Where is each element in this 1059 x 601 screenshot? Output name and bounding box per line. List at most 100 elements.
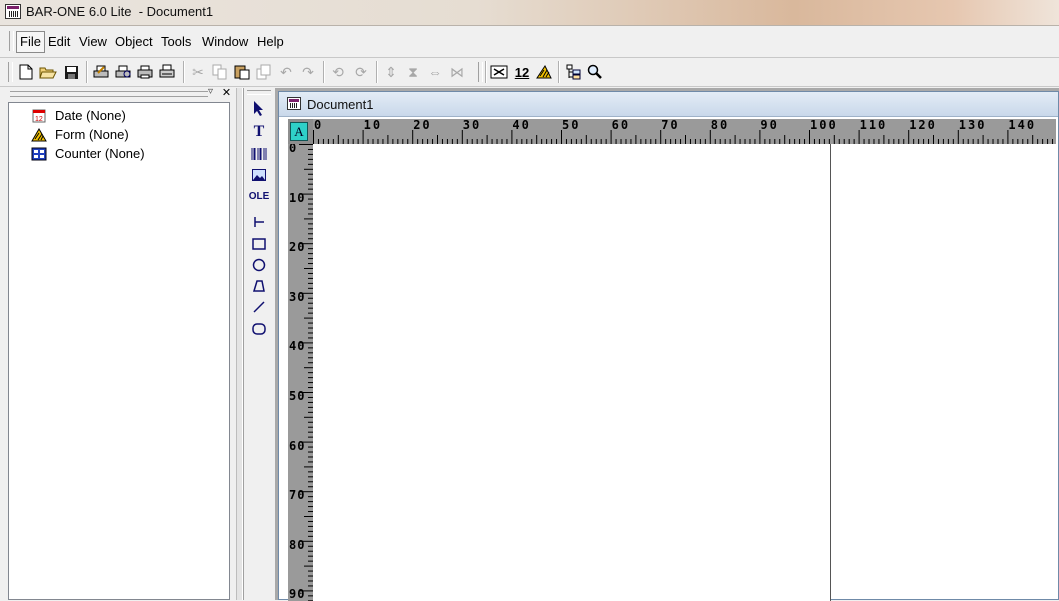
ruler-label: 30 [289,289,306,304]
ruler-label: 110 [859,119,888,132]
tree-item-label: Form (None) [55,127,129,142]
form-icon[interactable] [534,62,554,82]
center-vertical-icon[interactable]: ⧗ [403,62,423,82]
flip-vertical-icon[interactable]: ⇕ [381,62,401,82]
ruler-label: 70 [661,119,680,132]
ruler-label: 0 [314,119,324,132]
print-all-icon[interactable] [157,62,177,82]
paste-icon[interactable] [232,62,252,82]
ruler-label: 40 [289,339,306,354]
flip-horizontal-icon[interactable]: ⇔ [425,62,445,82]
save-icon[interactable] [61,62,81,82]
new-icon[interactable] [16,62,36,82]
document-icon[interactable] [287,97,301,110]
ruler-label: 90 [289,587,306,601]
redo-icon[interactable]: ↷ [298,62,318,82]
ole-tool-icon[interactable]: OLE [249,186,270,206]
toolbar-separator [86,61,88,83]
close-icon[interactable]: ✕ [221,88,232,99]
main-toolbar: ✂ ↶ ↷ ⟲ ⟳ ⇕ ⧗ ⇔ ⋈ 12 [0,58,1059,87]
center-horizontal-icon[interactable]: ⋈ [447,62,467,82]
text-tool-icon[interactable]: T [249,122,269,142]
ruler-label: 20 [289,240,306,255]
tree-item-label: Date (None) [55,108,126,123]
copy-icon[interactable] [210,62,230,82]
ruler-units-icon[interactable]: A [290,122,308,141]
app-icon[interactable] [5,4,21,19]
menubar-grip[interactable] [9,31,14,51]
ruler-label: 40 [512,119,531,132]
toolbar-separator [183,61,185,83]
toolbar-separator [485,61,487,83]
ruler-label: 10 [363,119,383,132]
title-bar: BAR-ONE 6.0 Lite - Document1 [0,0,1059,26]
toolbar-grip[interactable] [478,62,483,82]
toolbar-grip[interactable] [8,62,13,82]
horizontal-ruler: 0 10 20 30 40 50 60 70 80 90 100 110 120 130 140 [313,119,1056,144]
palette-grip[interactable] [247,90,271,95]
diagonal-line-tool-icon[interactable] [249,297,269,317]
undo-icon[interactable]: ↶ [276,62,296,82]
mdi-workspace: Document1 A 0 10 20 30 40 50 60 70 80 90 100 110 120… [275,88,1059,601]
font-size-icon[interactable]: 12 [512,62,532,82]
menu-file[interactable]: File [16,31,45,53]
vertical-ruler: 0 10 20 30 40 50 60 70 80 90 [288,144,313,601]
menu-object[interactable]: Object [112,32,156,52]
barcode-properties-icon[interactable] [489,62,509,82]
open-icon[interactable] [38,62,58,82]
ruler-label: 30 [462,119,482,132]
label-canvas[interactable] [313,144,831,601]
ruler-label: 50 [562,119,581,132]
ruler-label: 90 [760,119,779,132]
horizontal-ruler-ticks [313,130,1054,144]
tree-item-label: Counter (None) [55,146,145,161]
ruler-label: 60 [611,119,631,132]
ruler-label: 80 [289,537,306,552]
polygon-tool-icon[interactable] [249,276,269,296]
document-title: Document1 [307,97,374,112]
print-setup-icon[interactable] [91,62,111,82]
ruler-label: 60 [289,438,306,453]
ruler-label: 10 [289,190,306,205]
rotate-right-icon[interactable]: ⟳ [351,62,371,82]
barcode-tool-icon[interactable] [249,144,269,164]
rotate-left-icon[interactable]: ⟲ [328,62,348,82]
print-icon[interactable] [135,62,155,82]
counter-icon [31,147,47,161]
calendar-icon: 12 [31,109,47,123]
object-tree-panel: ▿ ✕ 12 Date (None) Form (None) Counter (… [8,86,235,600]
form-icon [31,128,47,142]
toolbar-separator [376,61,378,83]
menu-tools[interactable]: Tools [158,32,194,52]
document-title-bar[interactable]: Document1 [279,92,1058,117]
drawing-tool-palette: T OLE [243,88,274,600]
tree-panel-header: ▿ ✕ [8,86,235,100]
zoom-icon[interactable] [585,62,605,82]
svg-text:12: 12 [35,116,43,123]
menu-window[interactable]: Window [199,32,251,52]
rectangle-tool-icon[interactable] [249,234,269,254]
cut-icon[interactable]: ✂ [188,62,208,82]
object-tree: 12 Date (None) Form (None) Counter (None… [8,102,230,600]
document-window: Document1 A 0 10 20 30 40 50 60 70 80 90 100 110 120… [278,91,1059,601]
menu-edit[interactable]: Edit [45,32,73,52]
tree-panel-grip[interactable] [10,91,208,97]
ruler-corner[interactable]: A [288,119,313,144]
panel-splitter[interactable] [236,88,243,600]
print-preview-icon[interactable] [113,62,133,82]
menu-view[interactable]: View [76,32,110,52]
image-tool-icon[interactable] [249,165,269,185]
line-tool-icon[interactable] [249,212,269,232]
panel-menu-icon[interactable]: ▿ [208,86,213,97]
select-arrow-icon[interactable] [249,98,269,118]
menu-bar: File Edit View Object Tools Window Help [0,26,1059,58]
toolbar-separator [558,61,560,83]
ruler-label: 130 [958,119,987,132]
rounded-rectangle-tool-icon[interactable] [249,319,269,339]
ruler-label: 100 [810,119,838,132]
menu-help[interactable]: Help [254,32,287,52]
duplicate-icon[interactable] [254,62,274,82]
tree-view-icon[interactable] [564,62,584,82]
window-title: BAR-ONE 6.0 Lite - Document1 [26,4,214,19]
ellipse-tool-icon[interactable] [249,255,269,275]
